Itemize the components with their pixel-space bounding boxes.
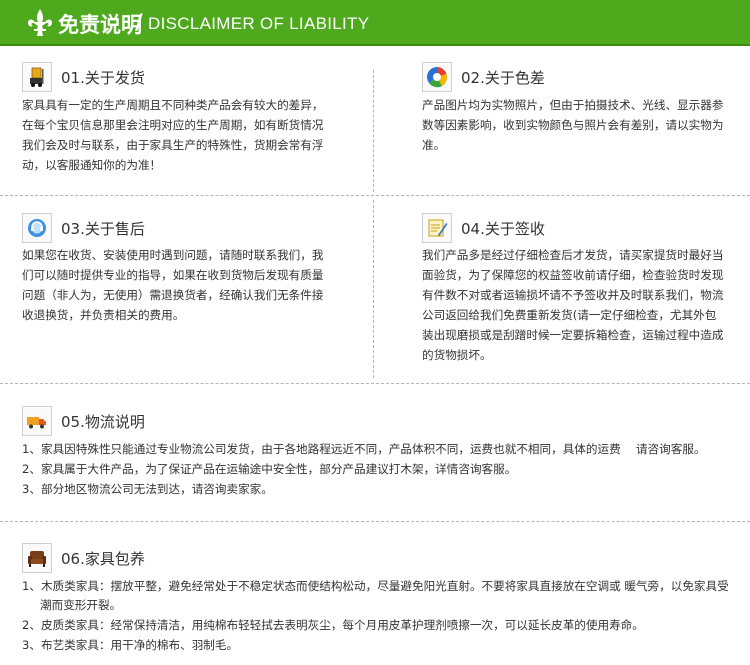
section-maintenance-title: 06.家具包养 <box>61 549 145 568</box>
section-signing-title: 04.关于签收 <box>461 219 545 238</box>
color-wheel-icon <box>422 62 452 92</box>
row-divider-3 <box>0 521 750 522</box>
maintenance-item: 3、布艺类家具：用干净的棉布、羽制毛。 <box>22 638 239 652</box>
signing-line: 装出现磨损或是刮蹭时候一定要拆箱检查，运输过程中造成 <box>422 328 724 342</box>
armchair-icon <box>22 543 52 573</box>
color-line: 准。 <box>422 138 446 152</box>
header-banner: 免责说明 / DISCLAIMER OF LIABILITY <box>0 0 750 46</box>
fleur-de-lis-icon <box>28 9 52 36</box>
section-aftersales-header: 03.关于售后 <box>22 213 145 243</box>
section-delivery-title: 01.关于发货 <box>61 68 145 87</box>
delivery-line: 在每个宝贝信息那里会注明对应的生产周期，如有断货情况 <box>22 118 324 132</box>
section-logistics-title: 05.物流说明 <box>61 412 145 431</box>
banner-slash: / <box>135 10 143 34</box>
section-aftersales-title: 03.关于售后 <box>61 219 145 238</box>
section-delivery-text: 家具具有一定的生产周期且不同种类产品会有较大的差异， 在每个宝贝信息那里会注明对… <box>22 95 323 175</box>
aftersales-line: 收退换货，并负责相关的费用。 <box>22 308 185 322</box>
delivery-line: 动，以客服通知你的为准！ <box>22 158 162 172</box>
section-color-header: 02.关于色差 <box>422 62 545 92</box>
color-line: 数等因素影响，收到实物颜色与照片会有差别，请以实物为 <box>422 118 724 132</box>
aftersales-line: 如果您在收货、安装使用时遇到问题，请随时联系我们，我 <box>22 248 324 262</box>
sign-note-icon <box>422 213 452 243</box>
section-logistics-header: 05.物流说明 <box>22 406 145 436</box>
section-aftersales-text: 如果您在收货、安装使用时遇到问题，请随时联系我们，我 们可以随时提供专业的指导，… <box>22 245 323 325</box>
column-divider-middle <box>373 200 374 378</box>
forklift-icon <box>22 62 52 92</box>
aftersales-line: 问题（非人为，无使用）需退换货者，经确认我们无条件接 <box>22 288 324 302</box>
delivery-line: 我们会及时与联系，由于家具生产的特殊性，货期会常有浮 <box>22 138 324 152</box>
section-signing-header: 04.关于签收 <box>422 213 545 243</box>
delivery-line: 家具具有一定的生产周期且不同种类产品会有较大的差异， <box>22 98 324 112</box>
truck-icon <box>22 406 52 436</box>
logistics-item: 1、家具因特殊性只能通过专业物流公司发货，由于各地路程远近不同，产品体积不同，运… <box>22 442 706 456</box>
maintenance-item: 1、木质类家具：摆放平整，避免经常处于不稳定状态而使结构松动，尽量避免阳光直射。… <box>22 579 729 593</box>
signing-line: 的货物损坏。 <box>422 348 492 362</box>
signing-line: 有件数不对或者运输损坏请不予签收并及时联系我们，物流 <box>422 288 724 302</box>
section-delivery-header: 01.关于发货 <box>22 62 145 92</box>
section-color-title: 02.关于色差 <box>461 68 545 87</box>
maintenance-item: 2、皮质类家具：经常保持清洁，用纯棉布轻轻拭去表明灰尘，每个月用皮革护理剂喷擦一… <box>22 618 644 632</box>
section-color-text: 产品图片均为实物照片，但由于拍摄技术、光线、显示器参 数等因素影响，收到实物颜色… <box>422 95 723 155</box>
color-line: 产品图片均为实物照片，但由于拍摄技术、光线、显示器参 <box>422 98 724 112</box>
support-icon <box>22 213 52 243</box>
row-divider-2 <box>0 383 750 384</box>
logistics-item: 3、部分地区物流公司无法到达，请咨询卖家家。 <box>22 482 273 496</box>
section-signing-text: 我们产品多是经过仔细检查后才发货，请买家提货时最好当 面验货，为了保障您的权益签… <box>422 245 723 365</box>
row-divider-1 <box>0 195 750 196</box>
maintenance-item-continued: 潮而变形开裂。 <box>40 598 122 612</box>
signing-line: 我们产品多是经过仔细检查后才发货，请买家提货时最好当 <box>422 248 724 262</box>
signing-line: 公司返回给我们免费重新发货(请一定仔细检查，尤其外包 <box>422 308 717 322</box>
signing-line: 面验货，为了保障您的权益签收前请仔细，检查验货时发现 <box>422 268 724 282</box>
banner-title-en: DISCLAIMER OF LIABILITY <box>148 14 370 33</box>
column-divider-top <box>373 70 374 192</box>
section-maintenance-header: 06.家具包养 <box>22 543 145 573</box>
logistics-item: 2、家具属于大件产品，为了保证产品在运输途中安全性，部分产品建议打木架，详情咨询… <box>22 462 517 476</box>
aftersales-line: 们可以随时提供专业的指导，如果在收到货物后发现有质量 <box>22 268 324 282</box>
banner-title-zh: 免责说明 <box>58 13 142 37</box>
